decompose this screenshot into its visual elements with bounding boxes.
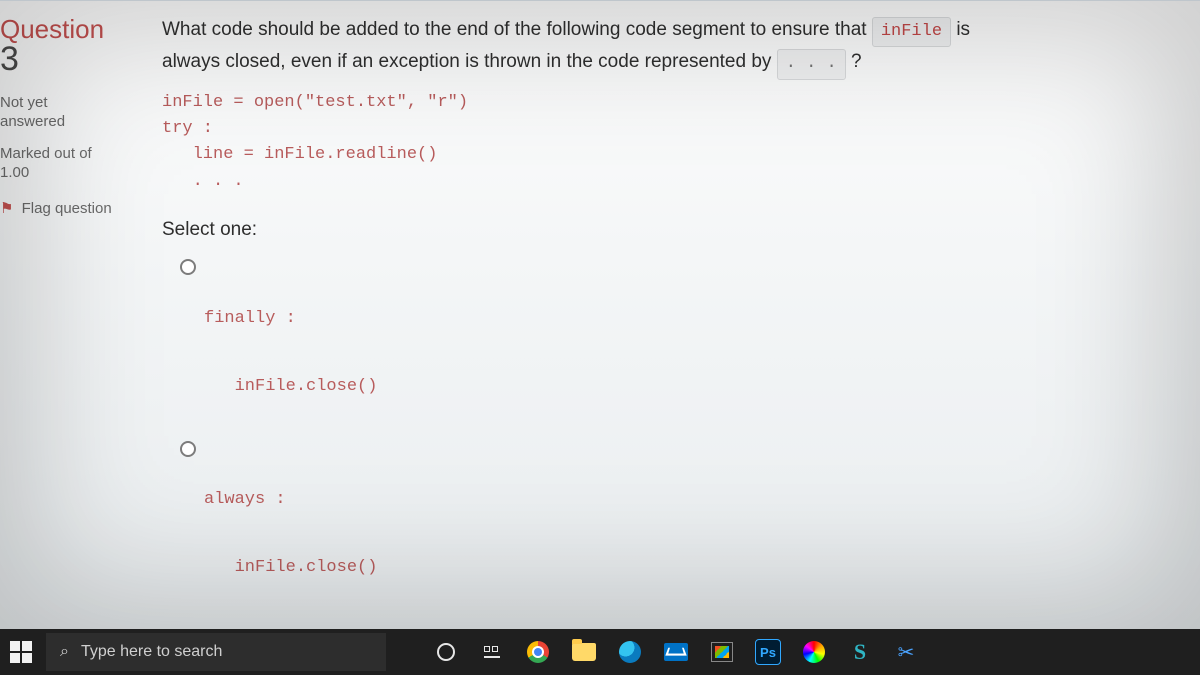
search-placeholder: Type here to search — [81, 643, 222, 661]
flag-question-link[interactable]: ⚑ Flag question — [0, 199, 136, 217]
radio-option-1[interactable] — [180, 259, 196, 275]
question-content: What code should be added to the end of … — [146, 1, 1200, 629]
answer-status: Not yet answered — [0, 93, 136, 132]
cortana-icon[interactable] — [432, 638, 460, 666]
answer-option-1: finally : inFile.close() — [180, 253, 1180, 404]
marks-line2: 1.00 — [0, 164, 29, 181]
option-2-code: always : inFile.close() — [204, 483, 1180, 585]
snip-icon[interactable]: ✂ — [892, 638, 920, 666]
microsoft-store-icon[interactable] — [708, 638, 736, 666]
answer-options: finally : inFile.close() always : inFile… — [162, 253, 1180, 586]
status-line1: Not yet — [0, 94, 48, 111]
taskbar-icons: Ps S ✂ — [432, 638, 920, 666]
settings-color-icon[interactable] — [800, 638, 828, 666]
flag-icon: ⚑ — [0, 200, 13, 217]
quiz-page: Question 3 Not yet answered Marked out o… — [0, 0, 1200, 629]
select-one-label: Select one: — [162, 215, 1180, 244]
skype-icon[interactable]: S — [846, 638, 874, 666]
taskbar-search[interactable]: ⌕ Type here to search — [46, 633, 386, 671]
search-icon: ⌕ — [60, 643, 69, 661]
question-code-block: inFile = open("test.txt", "r") try : lin… — [162, 90, 1180, 195]
marks-label: Marked out of 1.00 — [0, 144, 136, 183]
photoshop-icon[interactable]: Ps — [754, 638, 782, 666]
answer-option-2: always : inFile.close() — [180, 434, 1180, 585]
qtext-part2: is — [956, 19, 970, 40]
question-text: What code should be added to the end of … — [162, 15, 1180, 80]
taskbar: ⌕ Type here to search Ps S ✂ — [0, 629, 1200, 675]
question-sidebar: Question 3 Not yet answered Marked out o… — [0, 1, 146, 629]
inline-code-infile: inFile — [872, 17, 951, 47]
qtext-part1: What code should be added to the end of … — [162, 19, 872, 40]
marks-line1: Marked out of — [0, 145, 92, 162]
option-1-code: finally : inFile.close() — [204, 302, 1180, 404]
qtext-part3: always closed, even if an exception is t… — [162, 51, 777, 72]
chrome-icon[interactable] — [524, 638, 552, 666]
question-number: 3 — [0, 40, 136, 79]
start-button[interactable] — [10, 641, 32, 663]
mail-icon[interactable] — [662, 638, 690, 666]
flag-label: Flag question — [22, 200, 112, 217]
status-line2: answered — [0, 113, 65, 130]
inline-code-ellipsis: . . . — [777, 49, 846, 79]
task-view-icon[interactable] — [478, 638, 506, 666]
file-explorer-icon[interactable] — [570, 638, 598, 666]
qtext-part4: ? — [851, 51, 862, 72]
edge-icon[interactable] — [616, 638, 644, 666]
radio-option-2[interactable] — [180, 441, 196, 457]
